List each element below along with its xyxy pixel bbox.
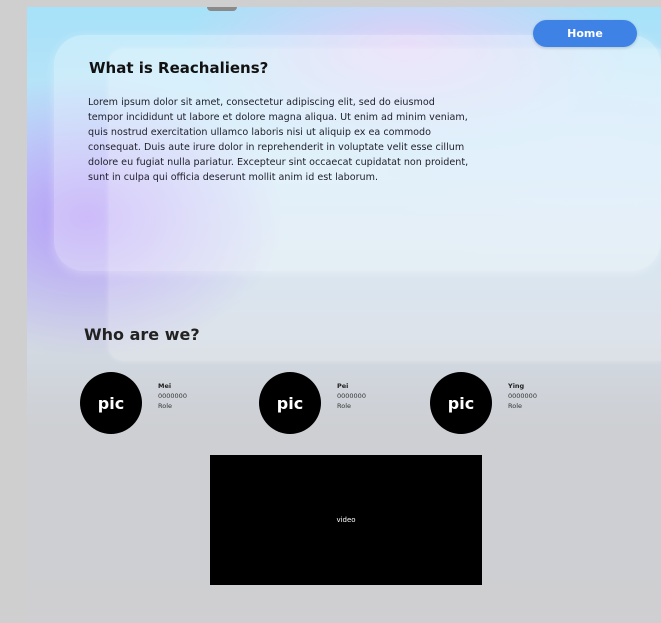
- top-edge-tab: [207, 7, 237, 11]
- about-title: What is Reachaliens?: [89, 59, 269, 77]
- video-label: video: [336, 516, 356, 524]
- page-canvas: Home What is Reachaliens? Lorem ipsum do…: [27, 7, 661, 623]
- video-player[interactable]: video: [210, 455, 482, 585]
- avatar: pic: [430, 372, 492, 434]
- home-button[interactable]: Home: [533, 20, 637, 47]
- member-role: Role: [158, 402, 173, 410]
- member-name: Pei: [337, 382, 349, 390]
- member-info: Pei 0000000 Role: [337, 381, 397, 411]
- member-info: Mei 0000000 Role: [158, 381, 218, 411]
- member-name: Ying: [508, 382, 525, 390]
- member-info: Ying 0000000 Role: [508, 381, 568, 411]
- avatar: pic: [259, 372, 321, 434]
- about-description: Lorem ipsum dolor sit amet, consectetur …: [88, 97, 469, 183]
- avatar: pic: [80, 372, 142, 434]
- member-code: 0000000: [508, 392, 537, 400]
- member-role: Role: [508, 402, 523, 410]
- member-name: Mei: [158, 382, 172, 390]
- member-code: 0000000: [337, 392, 366, 400]
- member-role: Role: [337, 402, 352, 410]
- member-code: 0000000: [158, 392, 187, 400]
- team-section-title: Who are we?: [84, 325, 200, 344]
